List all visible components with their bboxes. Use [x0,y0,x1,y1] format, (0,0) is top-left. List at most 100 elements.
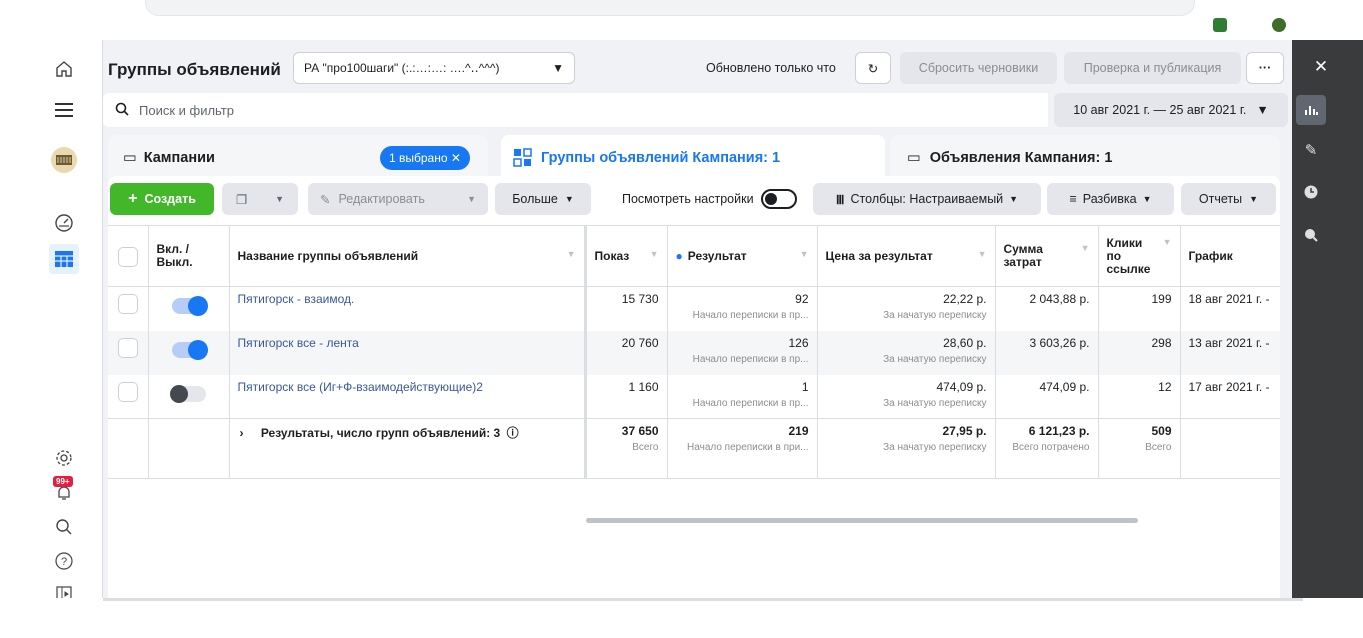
result-sub: Начало переписки в пр... [692,310,809,321]
chevron-down-icon: ▼ [1256,103,1269,117]
dashboard-icon[interactable] [51,210,77,236]
table-row[interactable]: Пятигорск все (Иг+Ф-взаимодействующие)2 … [108,374,1280,419]
clock-icon[interactable] [1296,177,1326,207]
row-schedule: 18 авг 2021 г. - [1188,292,1270,306]
settings-icon[interactable] [51,445,77,471]
notifications-icon[interactable]: 99+ [51,476,77,506]
selected-badge[interactable]: 1 выбрано ✕ [380,145,470,170]
header-spend[interactable]: Сумма затрат ▼ [995,225,1099,287]
row-checkbox-cell[interactable] [108,330,149,375]
close-icon[interactable]: ✕ [1306,52,1336,82]
breakdown-button[interactable]: ≡ Разбивка ▼ [1047,183,1174,215]
header-result[interactable]: ● Результат ▼ [667,225,818,287]
header-schedule-label: График [1188,249,1233,263]
row-name-cell[interactable]: Пятигорск - взаимод. [229,286,587,331]
header-impressions-label: Показ [594,249,630,263]
row-toggle-cell[interactable] [148,374,230,419]
header-impressions[interactable]: Показ ▼ [585,225,668,287]
columns-button[interactable]: Ⅲ Столбцы: Настраиваемый ▼ [813,183,1041,215]
main-content: Группы объявлений РА "про100шаги" (:.:…:… [103,40,1292,600]
row-checkbox-cell[interactable] [108,286,149,331]
tab-ads-label: Объявления Кампания: 1 [929,149,1113,166]
row-name-cell[interactable]: Пятигорск все (Иг+Ф-взаимодействующие)2 [229,374,587,419]
row-checkbox[interactable] [117,337,138,358]
review-publish-button[interactable]: Проверка и публикация [1064,52,1241,84]
home-icon[interactable] [51,56,77,82]
adset-name-link[interactable]: Пятигорск все - лента [238,336,359,350]
reports-button[interactable]: Отчеты ▼ [1181,183,1276,215]
adsets-panel: + Создать ❐ ▼ ✎ Редактировать ▼ Больше ▼ … [108,176,1280,600]
date-range-value: 10 авг 2021 г. — 25 авг 2021 г. [1073,103,1247,117]
more-options-button[interactable]: ··· [1246,52,1284,84]
totals-impressions-sub: Всего [632,442,659,453]
cost-sub: За начатую переписку [883,397,987,409]
browser-top-strip [0,0,1363,40]
totals-cost-sub: За начатую переписку [883,442,987,453]
duplicate-button[interactable]: ❐ ▼ [222,183,298,215]
cost-value: 474,09 р. [936,379,987,394]
chevron-right-icon[interactable]: › [240,426,244,440]
totals-label-cell[interactable]: › Результаты, число групп объявлений: 3 … [229,418,587,479]
adset-name-link[interactable]: Пятигорск все (Иг+Ф-взаимодействующие)2 [238,380,483,394]
account-avatar[interactable] [51,147,77,173]
result-value: 126 [788,335,809,350]
adset-name-link[interactable]: Пятигорск - взаимод. [238,292,355,306]
page-title: Группы объявлений [108,60,281,79]
tab-adsets[interactable]: Группы объявлений Кампания: 1 [501,135,885,180]
menu-icon[interactable] [51,97,77,123]
header-cost[interactable]: Цена за результат ▼ [817,225,996,287]
analyze-icon[interactable] [1296,220,1326,250]
header-clicks[interactable]: Клики по ссылке ▼ [1098,225,1181,287]
profile-avatar[interactable] [1272,18,1286,32]
row-clicks: 298 [1098,330,1181,375]
date-range-picker[interactable]: 10 авг 2021 г. — 25 авг 2021 г. ▼ [1054,93,1288,127]
header-select-all[interactable] [108,225,149,287]
adsets-table: Вкл. / Выкл. Название группы объявлений ▼… [108,225,1280,479]
create-button[interactable]: + Создать [110,183,214,215]
adset-toggle[interactable] [169,384,206,403]
help-icon[interactable]: ? [51,548,77,574]
header-schedule[interactable]: График [1180,225,1280,287]
chart-icon[interactable] [1296,95,1326,125]
row-toggle-cell[interactable] [148,330,230,375]
view-settings-toggle[interactable]: Посмотреть настройки [622,183,807,215]
search-input[interactable]: Поиск и фильтр [139,103,234,118]
header-name[interactable]: Название группы объявлений ▼ [229,225,587,287]
tab-campaigns[interactable]: ▭ Кампании 1 выбрано ✕ [108,135,488,180]
ads-manager-table-icon[interactable] [49,244,79,274]
row-checkbox[interactable] [117,294,138,314]
totals-impressions-value: 37 650 [621,424,659,438]
search-icon[interactable] [51,514,77,540]
adset-toggle[interactable] [171,296,208,316]
toggle-switch[interactable] [760,189,797,209]
pencil-icon[interactable]: ✎ [1296,135,1326,165]
row-result: 126 Начало переписки в пр... [667,330,818,375]
adset-toggle[interactable] [171,339,208,360]
table-row[interactable]: Пятигорск - взаимод. 15 730 92 Начало пер… [108,286,1280,331]
result-sub: Начало переписки в пр... [692,397,809,409]
row-toggle-cell[interactable] [148,286,230,331]
totals-clicks: 509 Всего [1098,418,1181,479]
select-all-checkbox[interactable] [117,247,138,267]
refresh-button[interactable]: ↻ [855,52,891,84]
header-name-label: Название группы объявлений [237,249,419,263]
sort-icon: ▼ [649,249,659,259]
row-checkbox[interactable] [117,381,138,402]
row-checkbox-cell[interactable] [108,374,149,419]
extension-icon[interactable] [1213,18,1227,32]
cost-value: 22,22 р. [943,292,987,306]
row-name-cell[interactable]: Пятигорск все - лента [229,330,587,375]
browser-address-bar[interactable] [145,0,1195,16]
search-filter-bar[interactable]: Поиск и фильтр [103,93,1048,127]
row-impressions: 15 730 [585,286,668,331]
row-spend: 3 603,26 р. [995,330,1099,375]
updated-status: Обновлено только что [706,61,836,75]
tab-ads[interactable]: ▭ Объявления Кампания: 1 [890,135,1280,180]
campaign-select[interactable]: РА "про100шаги" (:.:…:…: ….^‥^^^) ▼ [293,52,575,84]
table-row[interactable]: Пятигорск все - лента 20 760 126 Начало п… [108,330,1280,375]
edit-button[interactable]: ✎ Редактировать ▼ [308,183,488,215]
more-actions-button[interactable]: Больше ▼ [495,183,591,215]
horizontal-scrollbar[interactable] [586,518,1138,523]
duplicate-icon: ❐ [235,192,248,207]
reset-drafts-button[interactable]: Сбросить черновики [900,52,1057,84]
